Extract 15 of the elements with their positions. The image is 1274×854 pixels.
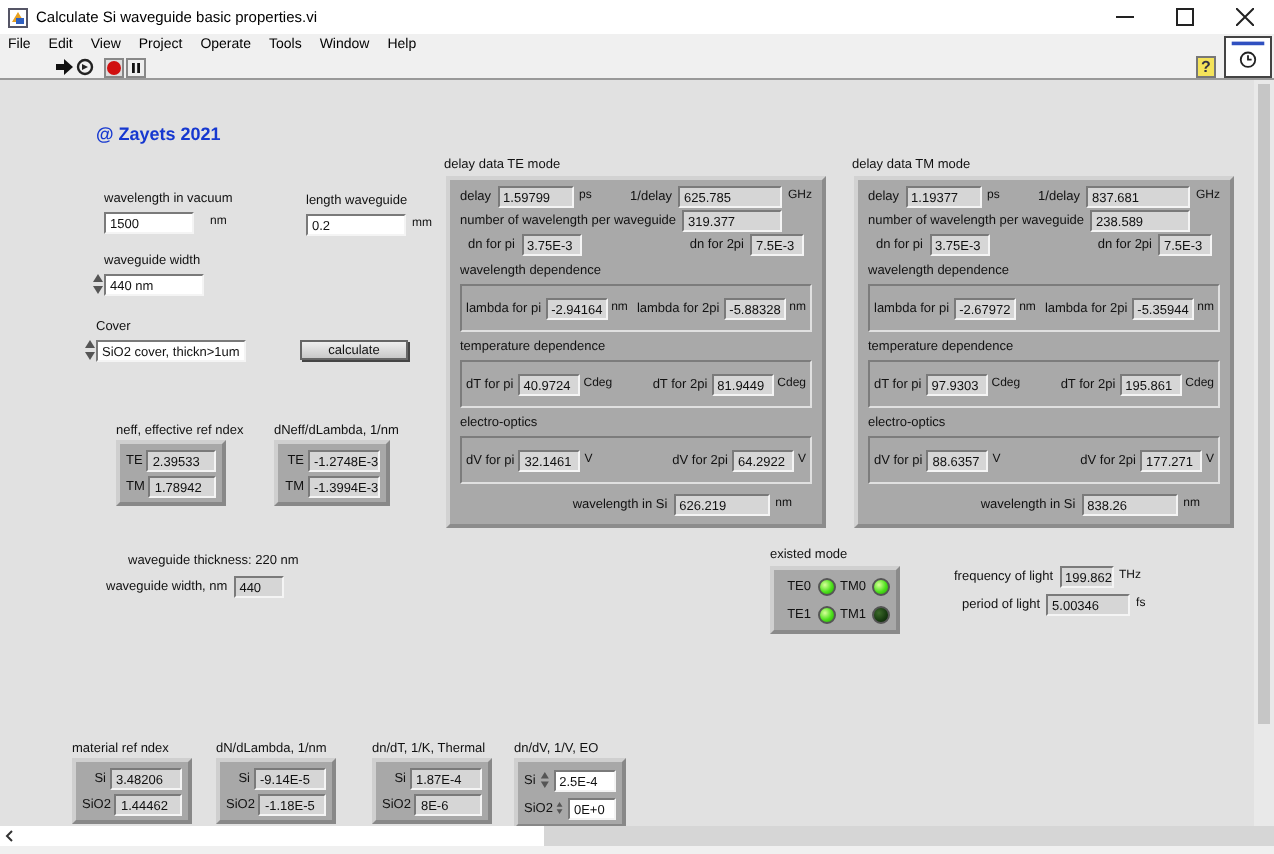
increment-arrows-icon[interactable]: [92, 272, 104, 296]
credit-text: @ Zayets 2021: [96, 126, 221, 144]
scrollbar-thumb[interactable]: [1258, 84, 1270, 724]
increment-arrows-icon[interactable]: [539, 768, 550, 792]
increment-arrows-icon[interactable]: [84, 338, 96, 362]
close-icon: [1235, 8, 1253, 26]
pause-icon[interactable]: [126, 57, 146, 77]
run-continuously-icon[interactable]: [76, 58, 94, 76]
app-icon: [8, 7, 28, 27]
help-button[interactable]: ?: [1196, 56, 1216, 78]
run-arrow-icon[interactable]: [56, 58, 74, 76]
maximize-icon: [1175, 8, 1193, 26]
abort-icon[interactable]: [104, 57, 124, 77]
increment-arrows-icon[interactable]: [556, 796, 564, 820]
scroll-left-icon[interactable]: [4, 830, 16, 842]
